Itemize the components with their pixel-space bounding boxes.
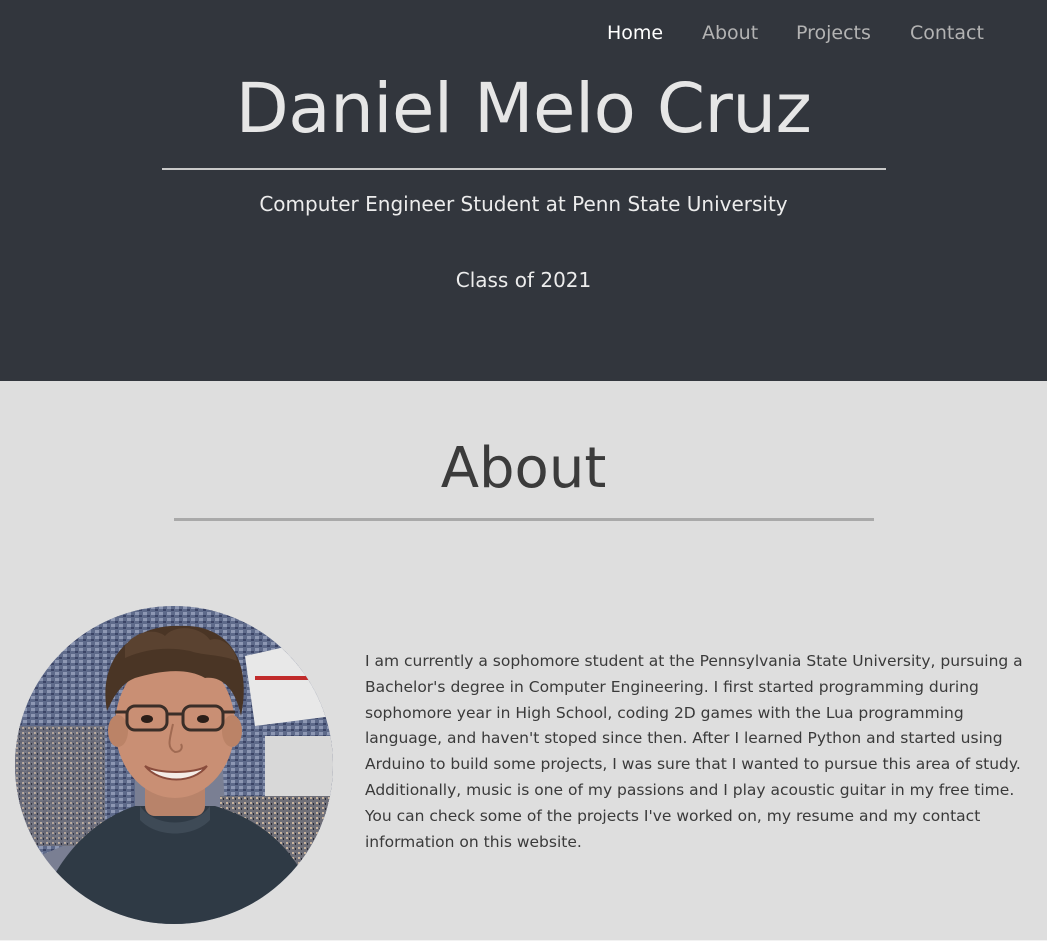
header-subtitle: Computer Engineer Student at Penn State … [259, 192, 788, 216]
class-year: Class of 2021 [455, 268, 592, 292]
site-title: Daniel Melo Cruz [235, 69, 812, 149]
nav-link-projects[interactable]: Projects [796, 20, 871, 46]
hero-header: Home About Projects Contact Daniel Melo … [0, 0, 1047, 381]
nav-link-about[interactable]: About [702, 20, 758, 46]
nav-link-contact[interactable]: Contact [910, 20, 984, 46]
top-nav: Home About Projects Contact [0, 20, 1047, 46]
about-heading: About [440, 436, 607, 501]
about-divider [174, 518, 874, 521]
profile-photo [15, 606, 333, 924]
nav-link-home[interactable]: Home [607, 20, 663, 46]
title-divider [162, 168, 886, 170]
about-section: About I am currently a sophomore student… [0, 381, 1047, 941]
about-bio: I am currently a sophomore student at th… [365, 652, 1023, 851]
